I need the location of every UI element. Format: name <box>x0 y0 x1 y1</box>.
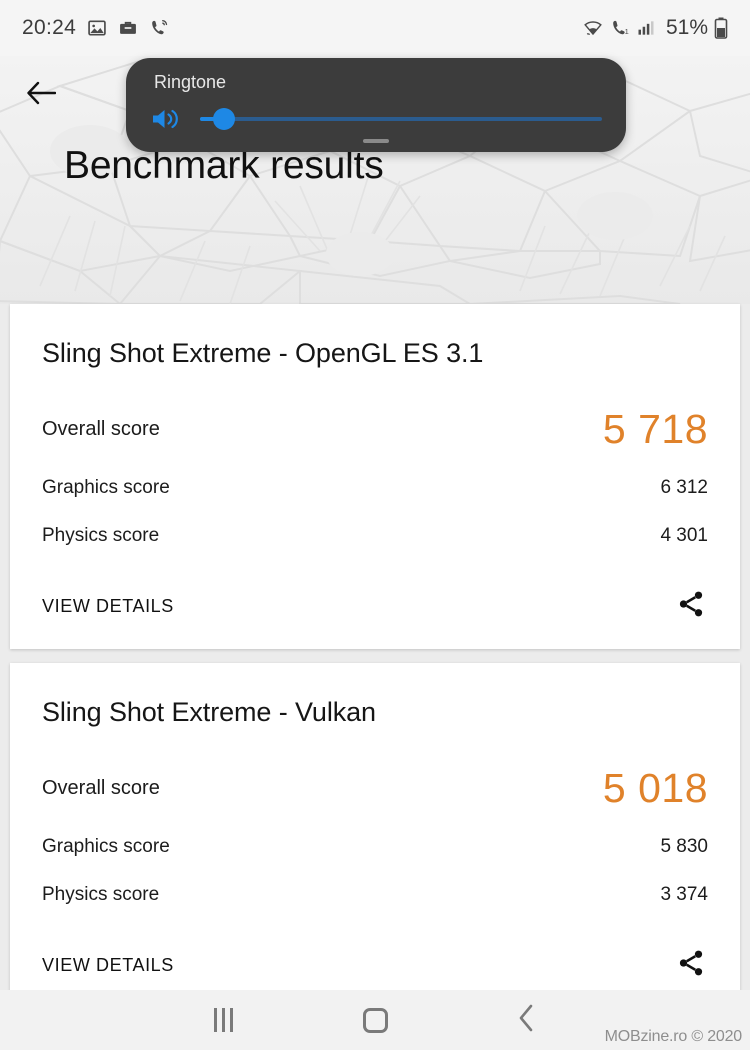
physics-score-value: 3 374 <box>660 884 708 905</box>
recents-button[interactable] <box>195 998 251 1042</box>
status-bar: 20:24 1 51% <box>0 0 750 56</box>
battery-icon <box>714 17 728 39</box>
briefcase-icon <box>118 18 138 38</box>
graphics-score-value: 5 830 <box>660 836 708 857</box>
benchmark-result-card: Sling Shot Extreme - OpenGL ES 3.1 Overa… <box>10 304 740 649</box>
overall-score-value: 5 018 <box>602 764 708 811</box>
volume-panel[interactable]: Ringtone <box>126 58 626 152</box>
status-bar-right: 1 51% <box>582 16 728 40</box>
phone-screen: 20:24 1 51% Benchmark results Ringtone S… <box>0 0 750 1050</box>
physics-score-value: 4 301 <box>660 525 708 546</box>
overall-score-value: 5 718 <box>602 405 708 452</box>
share-icon <box>676 589 706 624</box>
volume-stream-label: Ringtone <box>154 72 227 92</box>
wifi-calling-icon <box>149 18 169 38</box>
benchmark-title: Sling Shot Extreme - Vulkan <box>42 697 376 727</box>
back-icon <box>516 1003 538 1038</box>
svg-text:1: 1 <box>625 27 629 36</box>
signal-bars-icon <box>636 18 656 38</box>
overall-score-label: Overall score <box>42 417 160 440</box>
back-button[interactable] <box>18 72 64 118</box>
battery-percent-label: 51% <box>665 16 708 39</box>
view-details-button[interactable]: VIEW DETAILS <box>42 596 174 617</box>
graphics-score-value: 6 312 <box>660 477 708 498</box>
volte-call-icon: 1 <box>610 18 630 38</box>
volume-slider-thumb[interactable] <box>213 108 236 130</box>
graphics-score-row: Graphics score 5 830 <box>42 836 708 858</box>
back-arrow-icon <box>26 80 57 111</box>
share-button[interactable] <box>674 948 708 982</box>
status-bar-left: 20:24 <box>22 16 169 40</box>
graphics-score-label: Graphics score <box>42 477 170 498</box>
status-clock: 20:24 <box>22 16 77 39</box>
overall-score-row: Overall score 5 718 <box>42 407 708 451</box>
volume-slider-row[interactable] <box>150 102 606 136</box>
physics-score-label: Physics score <box>42 884 160 905</box>
volume-slider-track[interactable] <box>200 108 602 130</box>
home-icon <box>362 1007 388 1033</box>
share-icon <box>676 948 706 983</box>
volume-up-icon[interactable] <box>150 105 190 133</box>
recents-icon <box>213 1008 233 1032</box>
results-list: Sling Shot Extreme - OpenGL ES 3.1 Overa… <box>0 304 750 1022</box>
graphics-score-row: Graphics score 6 312 <box>42 477 708 499</box>
physics-score-label: Physics score <box>42 525 160 546</box>
overall-score-row: Overall score 5 018 <box>42 766 708 810</box>
physics-score-row: Physics score 3 374 <box>42 884 708 906</box>
image-icon <box>87 18 107 38</box>
watermark: MOBzine.ro © 2020 <box>604 1028 743 1045</box>
share-button[interactable] <box>674 589 708 623</box>
view-details-button[interactable]: VIEW DETAILS <box>42 955 174 976</box>
navigation-bar: MOBzine.ro © 2020 <box>0 990 750 1050</box>
physics-score-row: Physics score 4 301 <box>42 525 708 547</box>
benchmark-title: Sling Shot Extreme - OpenGL ES 3.1 <box>42 338 484 368</box>
home-button[interactable] <box>347 998 403 1042</box>
graphics-score-label: Graphics score <box>42 836 170 857</box>
benchmark-result-card: Sling Shot Extreme - Vulkan Overall scor… <box>10 663 740 1008</box>
overall-score-label: Overall score <box>42 776 160 799</box>
back-nav-button[interactable] <box>499 998 555 1042</box>
wifi-icon <box>582 18 604 38</box>
card-footer: VIEW DETAILS <box>42 589 708 649</box>
expand-handle[interactable] <box>363 139 389 143</box>
